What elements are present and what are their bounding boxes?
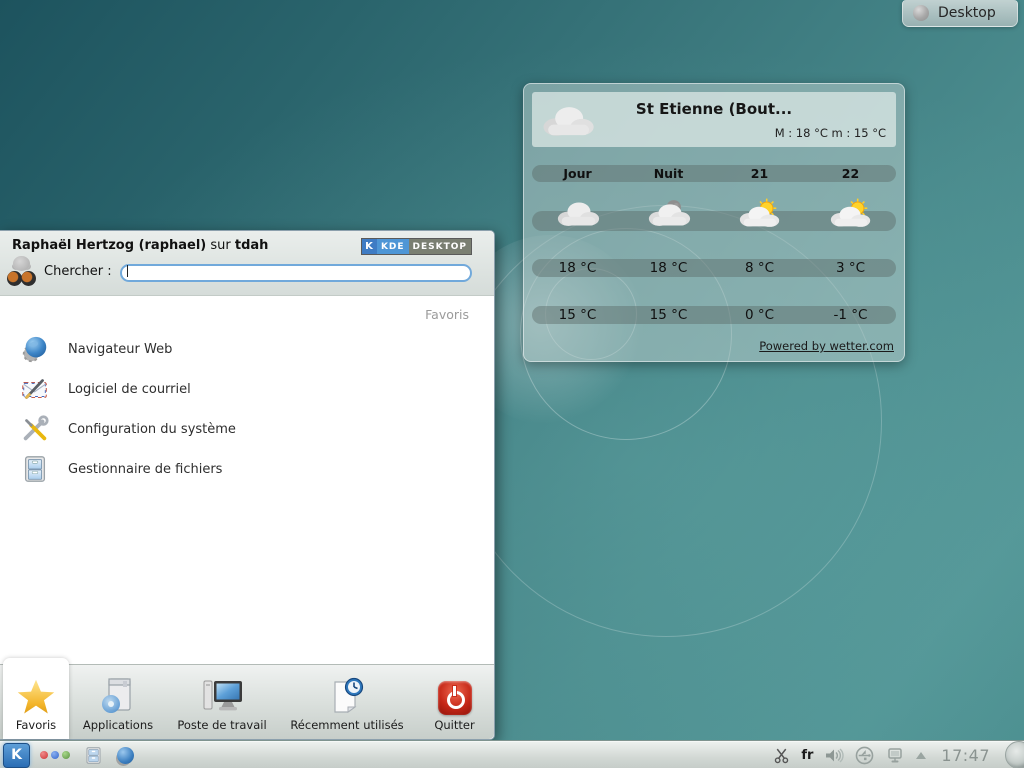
temp-low: 15 °C bbox=[623, 307, 714, 323]
system-settings-icon bbox=[20, 414, 50, 444]
folder-widget-icon bbox=[913, 5, 929, 21]
panel-toolbox-cashew[interactable] bbox=[1005, 741, 1024, 768]
launcher-item-label: Logiciel de courriel bbox=[68, 382, 191, 397]
web-browser-icon bbox=[20, 334, 50, 364]
launcher-item-file-manager[interactable]: Gestionnaire de fichiers bbox=[0, 449, 494, 489]
keyboard-layout-indicator[interactable]: fr bbox=[801, 748, 813, 763]
favorites-section-label: Favoris bbox=[0, 296, 494, 322]
temp-high: 18 °C bbox=[623, 260, 714, 276]
weather-col-day: Jour bbox=[532, 166, 623, 181]
tab-applications[interactable]: Applications bbox=[69, 665, 167, 739]
tray-expand-arrow[interactable] bbox=[916, 752, 926, 759]
desktop-folder-widget-handle[interactable]: Desktop bbox=[902, 0, 1018, 27]
weather-current-cloudy-icon bbox=[540, 101, 596, 139]
kde-logo-icon: K bbox=[362, 239, 377, 254]
weather-col-date-22: 22 bbox=[805, 166, 896, 181]
search-label: Chercher : bbox=[44, 264, 112, 279]
document-clock-icon bbox=[327, 677, 367, 715]
weather-col-night: Nuit bbox=[623, 166, 714, 181]
launcher-item-label: Configuration du système bbox=[68, 422, 236, 437]
panel-clock[interactable]: 17:47 bbox=[941, 746, 990, 765]
file-manager-icon bbox=[20, 454, 50, 484]
launcher-item-email[interactable]: Logiciel de courriel bbox=[0, 369, 494, 409]
launcher-item-label: Navigateur Web bbox=[68, 342, 172, 357]
temp-low: -1 °C bbox=[805, 307, 896, 323]
usb-device-notifier-icon[interactable] bbox=[855, 746, 874, 765]
package-icon bbox=[98, 677, 138, 715]
weather-header: St Etienne (Bout... M : 18 °C m : 15 °C bbox=[532, 92, 896, 147]
launcher-header: Raphaël Hertzog (raphael) sur tdah K KDE… bbox=[0, 231, 494, 296]
temp-low: 15 °C bbox=[532, 307, 623, 323]
tab-recently-used[interactable]: Récemment utilisés bbox=[277, 665, 417, 739]
weather-col-date-21: 21 bbox=[714, 166, 805, 181]
forecast-cloudy-icon bbox=[555, 197, 601, 229]
launcher-item-system-settings[interactable]: Configuration du système bbox=[0, 409, 494, 449]
file-manager-launcher[interactable] bbox=[84, 746, 103, 765]
kmenu-button[interactable]: K bbox=[3, 743, 30, 768]
weather-forecast-icons-row bbox=[532, 211, 896, 231]
temp-high: 3 °C bbox=[805, 260, 896, 276]
forecast-sun-cloud-icon bbox=[737, 197, 783, 229]
weather-max-min-summary: M : 18 °C m : 15 °C bbox=[775, 126, 886, 140]
launcher-favorites-view: Favoris Navigateur bbox=[0, 296, 494, 664]
search-input[interactable] bbox=[120, 264, 472, 282]
power-icon bbox=[438, 681, 472, 715]
kde-desktop-badge: K KDE DESKTOP bbox=[361, 238, 472, 255]
forecast-cloudy-night-icon bbox=[646, 197, 692, 229]
star-icon bbox=[17, 679, 55, 715]
tab-favorites[interactable]: Favoris bbox=[3, 665, 69, 739]
launcher-tab-bar: Favoris Applications bbox=[0, 664, 494, 739]
desktop-wallpaper: Desktop St Etienne (Bout... M : 18 °C m … bbox=[0, 0, 1024, 768]
tab-leave[interactable]: Quitter bbox=[417, 665, 492, 739]
powered-by-link[interactable]: Powered by wetter.com bbox=[759, 339, 894, 353]
tab-computer[interactable]: Poste de travail bbox=[167, 665, 277, 739]
badge-desktop-label: DESKTOP bbox=[409, 239, 471, 254]
separator-word: sur bbox=[210, 238, 230, 253]
kickoff-launcher-window: Raphaël Hertzog (raphael) sur tdah K KDE… bbox=[0, 230, 495, 740]
temp-high: 8 °C bbox=[714, 260, 805, 276]
temp-high: 18 °C bbox=[532, 260, 623, 276]
weather-low-temps-row: 15 °C 15 °C 0 °C -1 °C bbox=[532, 306, 896, 324]
temp-low: 0 °C bbox=[714, 307, 805, 323]
weather-high-temps-row: 18 °C 18 °C 8 °C 3 °C bbox=[532, 259, 896, 277]
search-binoculars-icon bbox=[6, 256, 38, 286]
host-name: tdah bbox=[235, 238, 269, 253]
kmenu-logo: K bbox=[11, 747, 22, 763]
red-dot-icon bbox=[40, 751, 48, 759]
text-caret bbox=[127, 265, 128, 277]
launcher-item-label: Gestionnaire de fichiers bbox=[68, 462, 222, 477]
forecast-sun-cloud-icon bbox=[828, 197, 874, 229]
volume-icon[interactable] bbox=[824, 747, 844, 764]
bottom-panel: K bbox=[0, 741, 1024, 768]
activity-dots-launcher[interactable] bbox=[40, 751, 70, 759]
weather-column-headers: Jour Nuit 21 22 bbox=[532, 165, 896, 182]
green-dot-icon bbox=[62, 751, 70, 759]
computer-icon bbox=[200, 677, 244, 715]
weather-widget[interactable]: St Etienne (Bout... M : 18 °C m : 15 °C … bbox=[523, 83, 905, 362]
email-client-icon bbox=[20, 374, 50, 404]
clipboard-scissors-icon[interactable] bbox=[773, 747, 790, 764]
blue-dot-icon bbox=[51, 751, 59, 759]
system-tray: fr bbox=[773, 741, 1024, 768]
launcher-item-web-browser[interactable]: Navigateur Web bbox=[0, 329, 494, 369]
web-browser-launcher[interactable] bbox=[117, 747, 134, 764]
network-monitor-icon[interactable] bbox=[885, 747, 905, 764]
folder-widget-title: Desktop bbox=[938, 5, 996, 21]
badge-kde-label: KDE bbox=[377, 239, 409, 254]
user-name: Raphaël Hertzog (raphael) bbox=[12, 238, 206, 253]
